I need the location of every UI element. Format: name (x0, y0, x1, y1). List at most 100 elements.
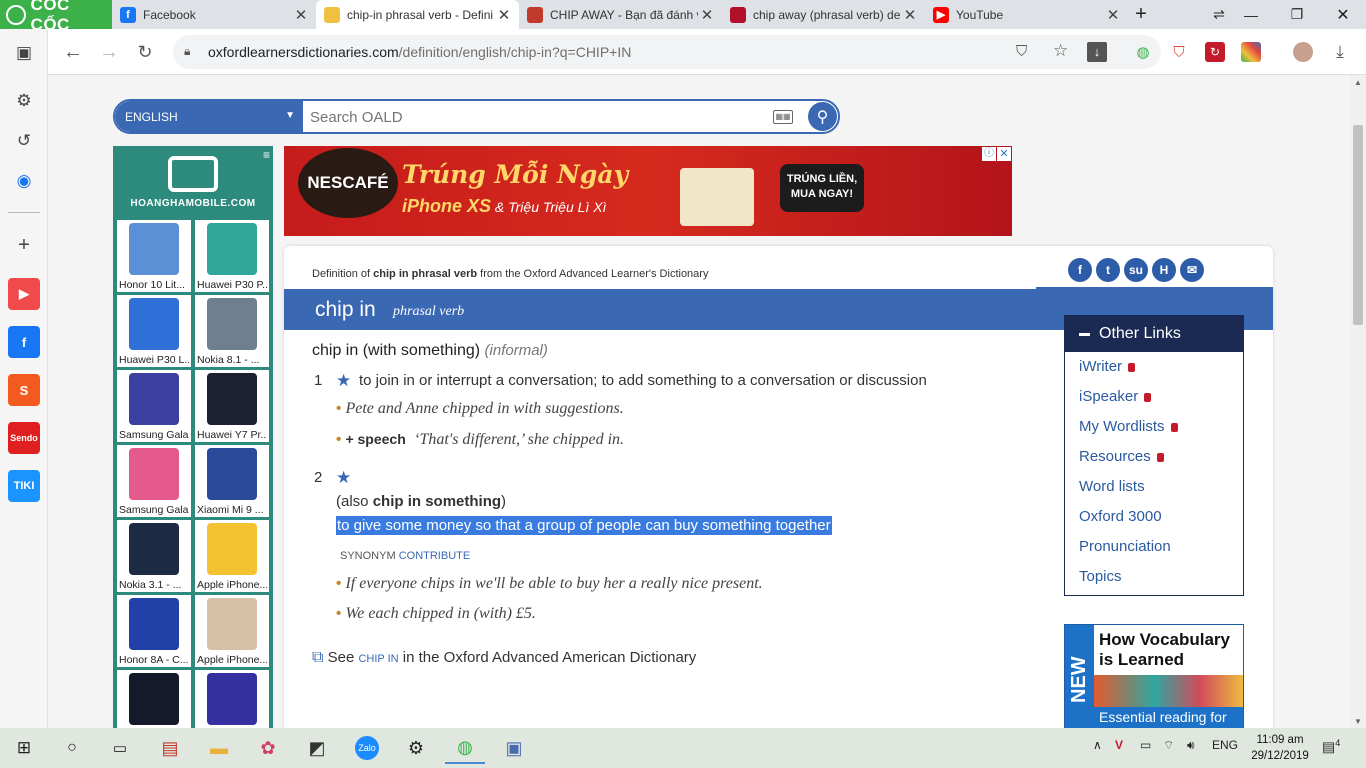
ad-cta[interactable]: TRÚNG LIỀN, MUA NGAY! (780, 164, 864, 212)
battery-icon[interactable]: ▭ (1140, 738, 1151, 752)
reload-button[interactable]: ↻ (130, 37, 160, 67)
scroll-up-icon[interactable]: ▲ (1350, 75, 1366, 89)
hatena-share-icon[interactable]: H (1152, 258, 1176, 282)
facebook-app-icon[interactable]: f (8, 326, 40, 358)
task-view-icon[interactable]: ▭ (100, 732, 140, 764)
close-icon[interactable]: ✕ (1104, 6, 1122, 24)
vocabulary-book-ad[interactable]: NEW How Vocabulary is Learned Essential r… (1064, 624, 1244, 728)
show-hidden-icons[interactable]: ∧ (1093, 738, 1102, 752)
close-window-button[interactable]: ✕ (1320, 0, 1366, 29)
adblock-extension-icon[interactable]: ⛉ (1169, 42, 1189, 62)
history-icon[interactable]: ↺ (8, 125, 40, 157)
other-link-item[interactable]: Oxford 3000 (1079, 508, 1162, 525)
phone-product-card[interactable]: Nokia 3.1 - ... (117, 520, 191, 592)
extension-red-icon[interactable]: ↻ (1205, 42, 1225, 62)
adchoices-icon[interactable]: ⓘ (982, 147, 996, 161)
tab-chip-in[interactable]: chip-in phrasal verb - Defini ✕ (316, 0, 519, 29)
minimize-button[interactable]: — (1228, 0, 1274, 29)
app-icon-2[interactable]: ▣ (494, 732, 534, 764)
youtube-app-icon[interactable]: ▶ (8, 278, 40, 310)
twitter-share-icon[interactable]: t (1096, 258, 1120, 282)
shield-icon[interactable]: ⛉ (1016, 43, 1027, 60)
hoangha-ad[interactable]: ≡ HOANGHAMOBILE.COM Honor 10 Lit... Huawe… (113, 146, 273, 728)
phone-product-card[interactable]: Samsung Gala... (117, 370, 191, 442)
sticky-notes-icon[interactable]: ◩ (297, 732, 337, 764)
keyboard-icon[interactable]: ▦▦ (773, 110, 793, 124)
windows-start-icon[interactable]: ⊞ (4, 732, 44, 764)
maximize-button[interactable]: ❐ (1274, 0, 1320, 29)
close-icon[interactable]: ✕ (495, 6, 513, 24)
phone-product-card[interactable] (117, 670, 191, 728)
search-button[interactable]: ⚲ (808, 102, 837, 131)
download-page-icon[interactable]: ↓ (1087, 42, 1107, 62)
gear-icon[interactable]: ⚙ (8, 85, 40, 117)
sidebar-toggle-icon[interactable]: ▣ (8, 37, 40, 69)
close-icon[interactable]: ✕ (698, 6, 716, 24)
downloads-icon[interactable]: ⤓ (1330, 42, 1350, 62)
phone-product-card[interactable]: Apple iPhone... (195, 595, 269, 667)
other-link-item[interactable]: My Wordlists (1079, 418, 1178, 435)
see-also-link[interactable]: ⧉ See CHIP IN in the Oxford Advanced Ame… (312, 649, 696, 667)
tab-chip-away-cambridge[interactable]: CHIP AWAY - Bạn đã đánh v ✕ (519, 0, 722, 29)
volume-icon[interactable]: 🔊︎ (1187, 738, 1195, 753)
extension-colorful-icon[interactable] (1241, 42, 1261, 62)
avatar[interactable] (1293, 42, 1313, 62)
other-links-header[interactable]: Other Links (1065, 316, 1243, 352)
notification-icon[interactable]: ▤4 (1322, 738, 1340, 756)
phone-product-card[interactable]: Huawei P30 P... (195, 220, 269, 292)
phone-product-card[interactable]: Honor 10 Lit... (117, 220, 191, 292)
other-link-item[interactable]: Topics (1079, 568, 1122, 585)
phone-product-card[interactable] (195, 670, 269, 728)
other-link-item[interactable]: iSpeaker (1079, 388, 1152, 405)
phone-product-card[interactable]: Huawei Y7 Pr... (195, 370, 269, 442)
facebook-share-icon[interactable]: f (1068, 258, 1092, 282)
address-bar[interactable]: 🔒︎ oxfordlearnersdictionaries.com/defini… (173, 35, 1161, 69)
file-explorer-icon[interactable]: ▬ (199, 732, 239, 764)
phone-product-card[interactable]: Apple iPhone... (195, 520, 269, 592)
page-scrollbar[interactable]: ▲ ▼ (1350, 75, 1366, 728)
coccoc-menu-button[interactable]: CỐC CỐC (0, 0, 112, 34)
back-button[interactable]: ← (58, 37, 88, 67)
messenger-icon[interactable]: ◉ (8, 165, 40, 197)
phone-product-card[interactable]: Nokia 8.1 - ... (195, 295, 269, 367)
paint-icon[interactable]: ✿ (248, 732, 288, 764)
email-share-icon[interactable]: ✉ (1180, 258, 1204, 282)
cortana-icon[interactable]: ○ (52, 732, 92, 764)
close-ad-icon[interactable]: ✕ (997, 147, 1011, 161)
settings-gear-icon[interactable]: ⚙ (396, 732, 436, 764)
forward-button[interactable]: → (94, 37, 124, 67)
phone-product-card[interactable]: Xiaomi Mi 9 ... (195, 445, 269, 517)
phone-product-card[interactable]: Samsung Gala... (117, 445, 191, 517)
clock[interactable]: 11:09 am 29/12/2019 (1250, 732, 1310, 764)
synonym[interactable]: SYNONYM CONTRIBUTE (340, 550, 470, 562)
other-link-item[interactable]: iWriter (1079, 358, 1136, 375)
network-icon[interactable]: ⌔ (1163, 738, 1174, 753)
scrollbar-thumb[interactable] (1353, 125, 1363, 325)
tab-facebook[interactable]: f Facebook ✕ (112, 0, 316, 29)
close-icon[interactable]: ✕ (901, 6, 919, 24)
phone-product-card[interactable]: Huawei P30 L... (117, 295, 191, 367)
tiki-app-icon[interactable]: TIKI (8, 470, 40, 502)
new-tab-button[interactable]: + (1128, 0, 1154, 29)
other-link-item[interactable]: Resources (1079, 448, 1164, 465)
coccoc-taskbar-icon[interactable]: ◍ (445, 732, 485, 764)
sendo-app-icon[interactable]: Sendo (8, 422, 40, 454)
shopee-app-icon[interactable]: S (8, 374, 40, 406)
stumbleupon-share-icon[interactable]: su (1124, 258, 1148, 282)
scroll-down-icon[interactable]: ▼ (1350, 714, 1366, 728)
add-icon[interactable]: + (8, 229, 40, 261)
other-link-item[interactable]: Word lists (1079, 478, 1145, 495)
nescafe-ad[interactable]: NESCAFÉ Trúng Mỗi Ngày iPhone XS & Triệu… (284, 146, 1012, 236)
tab-chip-away-macmillan[interactable]: chip away (phrasal verb) de ✕ (722, 0, 925, 29)
app-icon-1[interactable]: ▤ (150, 732, 190, 764)
bookmark-star-icon[interactable]: ☆ (1053, 41, 1068, 61)
unikey-icon[interactable]: V (1115, 738, 1123, 752)
tab-youtube[interactable]: ▶ YouTube ✕ (925, 0, 1128, 29)
search-input[interactable] (310, 106, 750, 128)
phone-product-card[interactable]: Honor 8A - C... (117, 595, 191, 667)
zalo-icon[interactable]: Zalo (347, 732, 387, 764)
close-icon[interactable]: ✕ (292, 6, 310, 24)
dictionary-select[interactable]: ENGLISH ▼ (115, 101, 303, 132)
coccoc-extension-icon[interactable]: ◍ (1133, 42, 1153, 62)
other-link-item[interactable]: Pronunciation (1079, 538, 1171, 555)
